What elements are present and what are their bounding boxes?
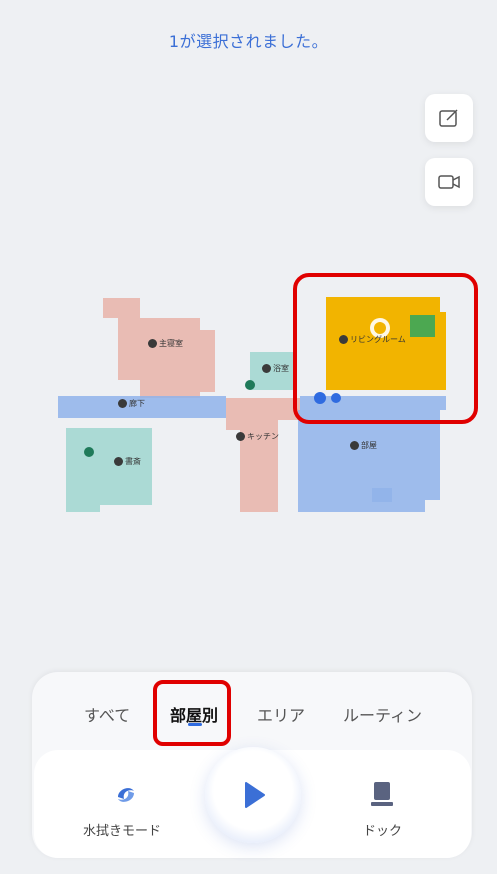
by-room-tab-highlight [153,680,231,746]
hallway-icon [118,399,127,408]
edit-map-button[interactable] [425,94,473,142]
label-kitchen: キッチン [236,431,279,442]
tab-area[interactable]: エリア [257,702,305,726]
tab-routine[interactable]: ルーティン [343,702,422,726]
bed-icon [148,339,157,348]
mop-mode-icon [118,788,134,802]
start-button[interactable] [205,747,301,843]
mop-mode-button[interactable] [112,781,140,809]
book-icon [114,457,123,466]
dock-label[interactable]: ドック [363,820,402,839]
label-bathroom: 浴室 [262,363,289,374]
label-study: 書斎 [114,456,141,467]
room-study[interactable] [66,428,152,512]
mop-mode-label[interactable]: 水拭きモード [83,820,161,839]
label-master-bedroom: 主寝室 [148,338,183,349]
play-icon [245,782,265,808]
dock-icon [371,782,393,806]
bath-icon [262,364,271,373]
selection-status: 1が選択されました。 [168,32,329,51]
dock-button[interactable] [369,780,395,808]
tab-all[interactable]: すべて [84,702,130,726]
house-icon [350,441,359,450]
label-room: 部屋 [350,440,377,451]
kitchen-icon [236,432,245,441]
video-button[interactable] [425,158,473,206]
living-room-highlight [293,273,478,424]
room-room[interactable] [298,410,440,512]
video-camera-icon [438,175,460,189]
edit-map-icon [439,109,458,127]
label-hallway: 廊下 [118,398,145,409]
